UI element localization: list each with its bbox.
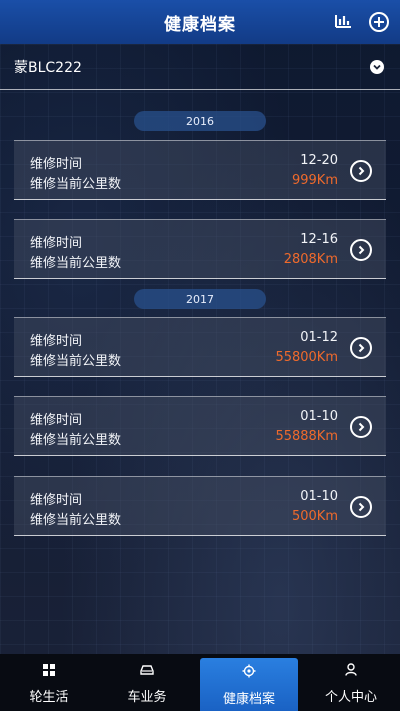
repair-km: 500Km [291,509,338,524]
repair-km-label: 维修当前公里数 [30,177,122,192]
bottom-tab-bar: 轮生活 车业务 健康档案 个人中心 [0,654,400,711]
car-icon [139,661,155,680]
vehicle-plate: 蒙BLC222 [14,59,82,76]
repair-time-label: 维修时间 [30,413,83,428]
repair-km-label: 维修当前公里数 [30,256,122,271]
person-icon [345,661,357,680]
repair-km-label: 维修当前公里数 [30,354,122,369]
record-card[interactable]: 维修时间 维修当前公里数 01-10 55888Km [14,396,386,456]
repair-time-label: 维修时间 [30,157,83,172]
repair-date: 12-16 [300,232,338,247]
repair-time-label: 维修时间 [30,493,83,508]
repair-km: 2808Km [283,252,338,267]
chevron-right-icon[interactable] [350,416,372,438]
header-actions [332,0,390,44]
grid-icon [43,661,55,680]
tab-label: 轮生活 [29,689,69,705]
tab-car-business[interactable]: 车业务 [98,654,196,711]
tab-wheel-life[interactable]: 轮生活 [0,654,98,711]
page-title: 健康档案 [164,14,236,35]
tab-label: 个人中心 [324,689,377,705]
chevron-right-icon[interactable] [350,160,372,182]
repair-date: 12-20 [300,153,338,168]
app-header: 健康档案 [0,0,400,44]
chevron-right-icon[interactable] [350,239,372,261]
tab-label: 车业务 [127,689,167,705]
repair-date: 01-10 [300,489,338,504]
repair-date: 01-10 [300,409,338,424]
add-icon[interactable] [368,11,390,33]
year-header: 2016 [134,111,266,131]
repair-km: 999Km [291,173,338,188]
record-card[interactable]: 维修时间 维修当前公里数 12-20 999Km [14,140,386,200]
repair-time-label: 维修时间 [30,334,83,349]
repair-time-label: 维修时间 [30,236,83,251]
repair-km-label: 维修当前公里数 [30,513,122,528]
chevron-down-icon[interactable] [370,59,384,74]
record-card[interactable]: 维修时间 维修当前公里数 01-10 500Km [14,476,386,536]
repair-km: 55800Km [275,350,338,365]
repair-date: 01-12 [300,330,338,345]
chart-icon[interactable] [332,11,354,33]
chevron-right-icon[interactable] [350,337,372,359]
gear-icon [242,663,256,682]
record-card[interactable]: 维修时间 维修当前公里数 01-12 55800Km [14,317,386,377]
repair-km-label: 维修当前公里数 [30,433,122,448]
tab-label: 健康档案 [222,691,275,707]
tab-personal-center[interactable]: 个人中心 [302,654,400,711]
chevron-right-icon[interactable] [350,496,372,518]
repair-km: 55888Km [275,429,338,444]
vehicle-selector[interactable]: 蒙BLC222 [0,44,400,90]
year-header: 2017 [134,289,266,309]
tab-health-records[interactable]: 健康档案 [200,658,298,711]
record-card[interactable]: 维修时间 维修当前公里数 12-16 2808Km [14,219,386,279]
